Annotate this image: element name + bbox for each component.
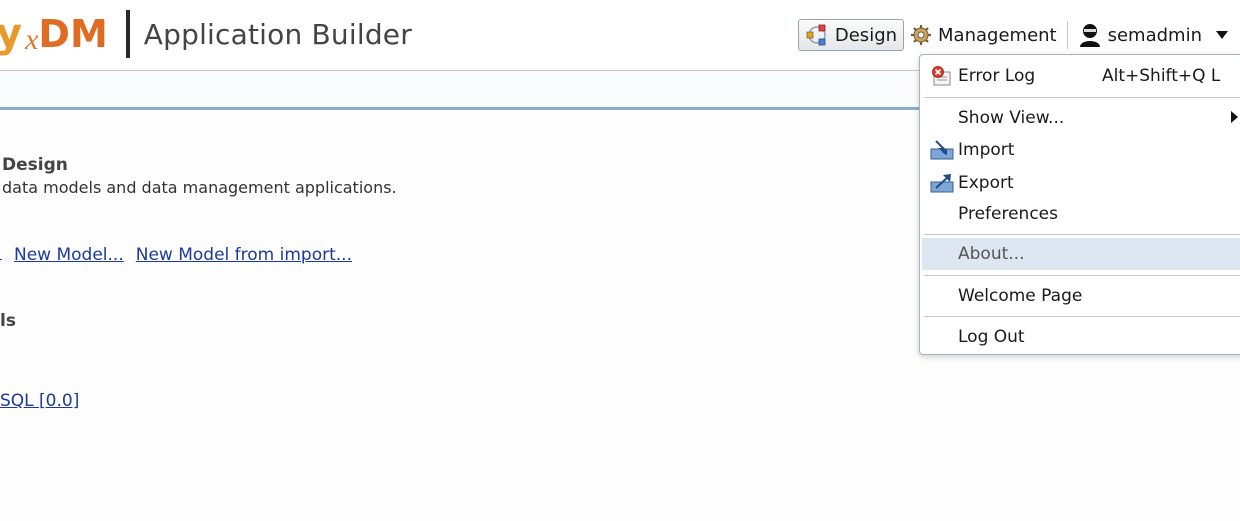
- user-dropdown-menu: Error Log Alt+Shift+Q L Show View... Imp…: [919, 54, 1240, 355]
- user-menu-button[interactable]: semadmin: [1072, 19, 1240, 51]
- management-label: Management: [938, 24, 1057, 46]
- nav-separator: [1066, 21, 1068, 49]
- model-links: New Model... New Model from import...: [0, 245, 352, 265]
- gear-icon: [911, 25, 932, 45]
- menu-item-import[interactable]: Import: [922, 135, 1240, 165]
- export-icon: [930, 174, 954, 193]
- menu-item-preferences[interactable]: Preferences: [922, 199, 1240, 229]
- logo-letter-y: y: [0, 11, 23, 57]
- user-label: semadmin: [1107, 24, 1202, 46]
- management-button[interactable]: Management: [904, 19, 1063, 51]
- app-title: Application Builder: [143, 17, 412, 51]
- menu-label-about: About...: [958, 244, 1025, 264]
- menu-separator: [924, 97, 1240, 98]
- menu-item-show-view[interactable]: Show View...: [922, 103, 1240, 133]
- new-model-from-import-link[interactable]: New Model from import...: [136, 245, 352, 265]
- section-description: data models and data management applicat…: [2, 178, 397, 197]
- menu-item-export[interactable]: Export: [922, 168, 1240, 198]
- menu-label-log-out: Log Out: [958, 327, 1025, 347]
- import-icon: [930, 140, 954, 160]
- error-log-icon: [932, 66, 951, 86]
- menu-label-export: Export: [958, 173, 1014, 193]
- logo-letters-dm: DM: [38, 12, 108, 56]
- menu-label-error-log: Error Log: [958, 66, 1036, 86]
- user-icon: [1079, 24, 1100, 47]
- section2-title: ls: [0, 311, 16, 331]
- menu-separator: [924, 275, 1240, 276]
- menu-separator: [924, 234, 1240, 235]
- menu-item-about[interactable]: About...: [922, 238, 1240, 270]
- menu-separator: [924, 316, 1240, 317]
- menu-accelerator-error-log: Alt+Shift+Q L: [1102, 66, 1221, 86]
- menu-item-error-log[interactable]: Error Log Alt+Shift+Q L: [922, 61, 1240, 91]
- link-fragment: [0, 257, 2, 260]
- menu-label-import: Import: [958, 140, 1015, 160]
- xdm-logo[interactable]: y x DM Application Builder: [0, 6, 412, 62]
- top-nav: Design Management semadmin: [797, 18, 1240, 52]
- menu-label-welcome-page: Welcome Page: [958, 286, 1083, 306]
- new-model-link[interactable]: New Model...: [14, 245, 124, 265]
- menu-item-welcome-page[interactable]: Welcome Page: [922, 281, 1240, 311]
- design-icon: [806, 24, 826, 46]
- design-button[interactable]: Design: [797, 19, 905, 51]
- chevron-right-icon: [1231, 111, 1238, 123]
- sql-model-link[interactable]: SQL [0.0]: [0, 391, 79, 411]
- search-bar[interactable]: [0, 70, 998, 110]
- design-label: Design: [834, 24, 898, 46]
- logo-letter-x: x: [25, 23, 39, 56]
- section-title: Design: [2, 155, 68, 175]
- chevron-down-icon: [1216, 31, 1228, 39]
- logo-separator: [125, 10, 130, 58]
- menu-item-log-out[interactable]: Log Out: [922, 322, 1240, 352]
- menu-label-preferences: Preferences: [958, 204, 1058, 224]
- menu-label-show-view: Show View...: [958, 108, 1065, 128]
